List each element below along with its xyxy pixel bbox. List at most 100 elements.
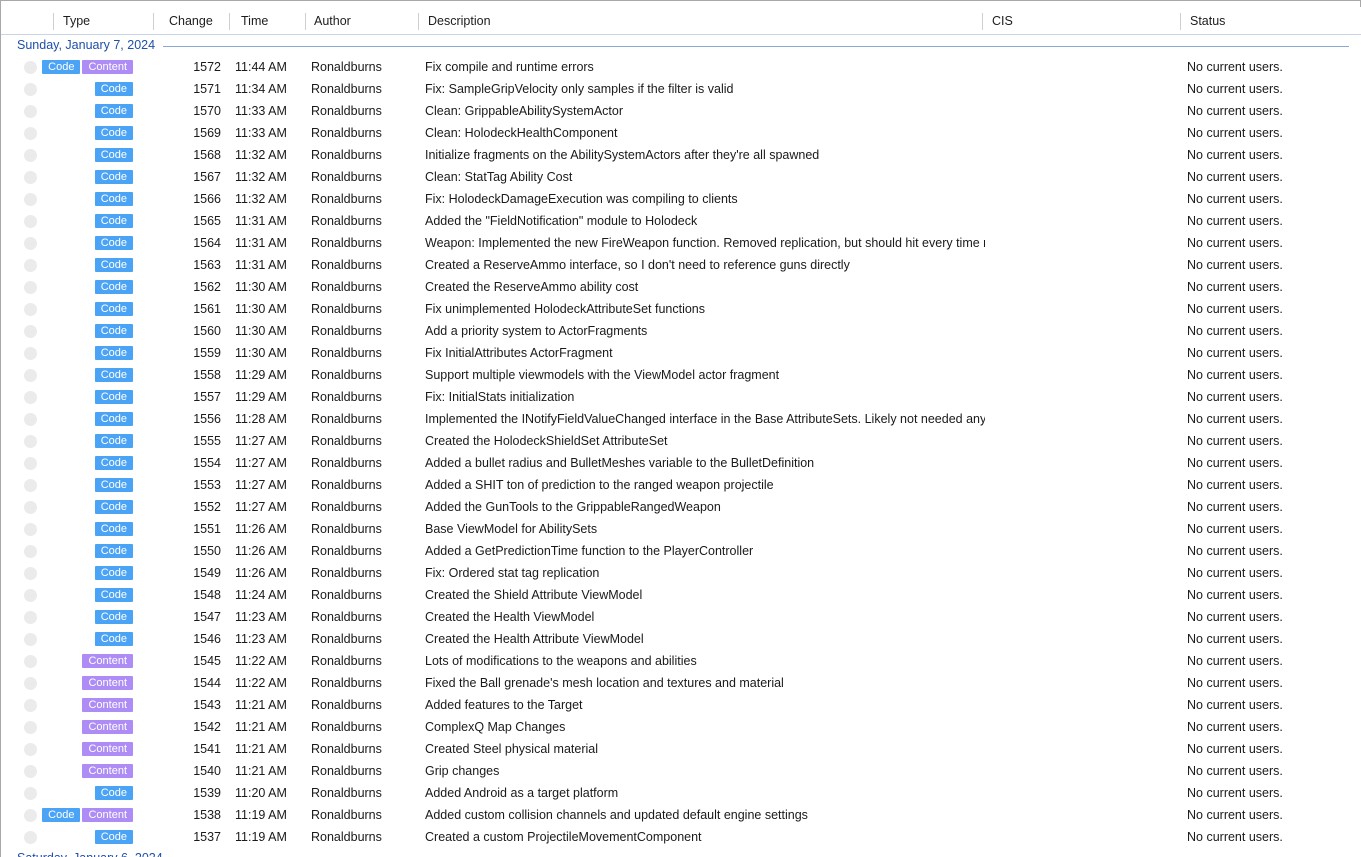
table-row[interactable]: Code 1557 11:29 AM Ronaldburns Fix: InitialS… [1,386,1361,408]
cell-change: 1548 [193,588,221,602]
cell-description: Added features to the Target [425,698,583,712]
type-badges: Code [53,386,141,408]
row-status-dot-icon [24,501,37,514]
table-row[interactable]: Code 1566 11:32 AM Ronaldburns Fix: Holodeck… [1,188,1361,210]
badge-code: Code [94,522,133,536]
type-badges: Code [53,518,141,540]
table-row[interactable]: Code 1550 11:26 AM Ronaldburns Added a GetPr… [1,540,1361,562]
table-row[interactable]: Code 1564 11:31 AM Ronaldburns Weapon: Imple… [1,232,1361,254]
type-badges: Code [53,496,141,518]
table-row[interactable]: Code 1553 11:27 AM Ronaldburns Added a SHIT … [1,474,1361,496]
badge-content: Content [82,698,133,712]
table-row[interactable]: Code Content 1538 11:19 AM Ronaldburns Added … [1,804,1361,826]
cell-author: Ronaldburns [311,544,382,558]
table-row[interactable]: Content 1544 11:22 AM Ronaldburns Fixed the … [1,672,1361,694]
cell-time: 11:34 AM [235,82,287,96]
cell-status: No current users. [1187,500,1283,514]
cell-change: 1566 [193,192,221,206]
table-row[interactable]: Code 1558 11:29 AM Ronaldburns Support multi… [1,364,1361,386]
cell-status: No current users. [1187,566,1283,580]
table-row[interactable]: Code 1555 11:27 AM Ronaldburns Created the H… [1,430,1361,452]
column-divider-change[interactable] [153,13,154,30]
table-row[interactable]: Code 1559 11:30 AM Ronaldburns Fix InitialAt… [1,342,1361,364]
table-row[interactable]: Code 1547 11:23 AM Ronaldburns Created the H… [1,606,1361,628]
table-row[interactable]: Code 1561 11:30 AM Ronaldburns Fix unimpleme… [1,298,1361,320]
cell-author: Ronaldburns [311,368,382,382]
table-row[interactable]: Code Content 1572 11:44 AM Ronaldburns Fix co… [1,56,1361,78]
badge-code: Code [94,434,133,448]
cell-time: 11:24 AM [235,588,287,602]
table-row[interactable]: Code 1556 11:28 AM Ronaldburns Implemented t… [1,408,1361,430]
cell-status: No current users. [1187,126,1283,140]
cell-change: 1554 [193,456,221,470]
cell-status: No current users. [1187,434,1283,448]
table-row[interactable]: Code 1570 11:33 AM Ronaldburns Clean: Grippa… [1,100,1361,122]
cell-status: No current users. [1187,214,1283,228]
table-row[interactable]: Code 1563 11:31 AM Ronaldburns Created a Res… [1,254,1361,276]
cell-change: 1572 [193,60,221,74]
column-header-description[interactable]: Description [428,8,491,34]
table-row[interactable]: Code 1552 11:27 AM Ronaldburns Added the Gun… [1,496,1361,518]
type-badges: Code [53,166,141,188]
cell-change: 1555 [193,434,221,448]
type-badges: Code [53,562,141,584]
table-row[interactable]: Content 1545 11:22 AM Ronaldburns Lots of mo… [1,650,1361,672]
column-divider-author[interactable] [305,13,306,30]
table-row[interactable]: Code 1539 11:20 AM Ronaldburns Added Android… [1,782,1361,804]
type-badges: Code [53,232,141,254]
date-group-header[interactable]: Sunday, January 7, 2024 [1,35,1361,56]
column-header-status[interactable]: Status [1190,8,1225,34]
column-header-change[interactable]: Change [169,8,213,34]
cell-cis [991,782,1181,804]
column-divider-type[interactable] [53,13,54,30]
table-row[interactable]: Code 1567 11:32 AM Ronaldburns Clean: StatTa… [1,166,1361,188]
column-header-cis[interactable]: CIS [992,8,1013,34]
table-row[interactable]: Code 1571 11:34 AM Ronaldburns Fix: SampleGr… [1,78,1361,100]
cell-description: Fix: SampleGripVelocity only samples if … [425,82,734,96]
column-header-author[interactable]: Author [314,8,351,34]
table-row[interactable]: Code 1554 11:27 AM Ronaldburns Added a bulle… [1,452,1361,474]
cell-cis [991,650,1181,672]
column-divider-cis[interactable] [982,13,983,30]
table-row[interactable]: Content 1540 11:21 AM Ronaldburns Grip chang… [1,760,1361,782]
table-row[interactable]: Code 1537 11:19 AM Ronaldburns Created a cus… [1,826,1361,848]
table-row[interactable]: Code 1565 11:31 AM Ronaldburns Added the "Fi… [1,210,1361,232]
table-row[interactable]: Code 1549 11:26 AM Ronaldburns Fix: Ordered … [1,562,1361,584]
cell-change: 1561 [193,302,221,316]
row-status-dot-icon [24,391,37,404]
date-group-header[interactable]: Saturday, January 6, 2024 [1,848,1361,857]
column-divider-time[interactable] [229,13,230,30]
cell-status: No current users. [1187,786,1283,800]
cell-status: No current users. [1187,544,1283,558]
table-row[interactable]: Code 1562 11:30 AM Ronaldburns Created the R… [1,276,1361,298]
table-row[interactable]: Content 1542 11:21 AM Ronaldburns ComplexQ M… [1,716,1361,738]
date-group-label: Sunday, January 7, 2024 [17,38,156,52]
cell-description: Initialize fragments on the AbilitySyste… [425,148,820,162]
cell-author: Ronaldburns [311,346,382,360]
cell-time: 11:29 AM [235,368,287,382]
table-row[interactable]: Code 1568 11:32 AM Ronaldburns Initialize fr… [1,144,1361,166]
cell-cis [991,628,1181,650]
row-status-dot-icon [24,633,37,646]
cell-cis [991,386,1181,408]
cell-status: No current users. [1187,830,1283,844]
column-header-time[interactable]: Time [241,8,268,34]
cell-status: No current users. [1187,610,1283,624]
cell-status: No current users. [1187,346,1283,360]
cell-cis [991,232,1181,254]
cell-change: 1571 [193,82,221,96]
cell-cis [991,826,1181,848]
table-row[interactable]: Code 1569 11:33 AM Ronaldburns Clean: Holode… [1,122,1361,144]
table-row[interactable]: Code 1551 11:26 AM Ronaldburns Base ViewMode… [1,518,1361,540]
changelist-table-body[interactable]: Sunday, January 7, 2024 Code Content 1572 11… [1,35,1361,857]
column-header-type[interactable]: Type [63,8,90,34]
table-row[interactable]: Content 1543 11:21 AM Ronaldburns Added feat… [1,694,1361,716]
type-badges: Code Content [42,56,141,78]
table-row[interactable]: Code 1546 11:23 AM Ronaldburns Created the H… [1,628,1361,650]
cell-status: No current users. [1187,324,1283,338]
column-divider-status[interactable] [1180,13,1181,30]
table-row[interactable]: Code 1548 11:24 AM Ronaldburns Created the S… [1,584,1361,606]
table-row[interactable]: Content 1541 11:21 AM Ronaldburns Created St… [1,738,1361,760]
table-row[interactable]: Code 1560 11:30 AM Ronaldburns Add a priorit… [1,320,1361,342]
column-divider-description[interactable] [418,13,419,30]
